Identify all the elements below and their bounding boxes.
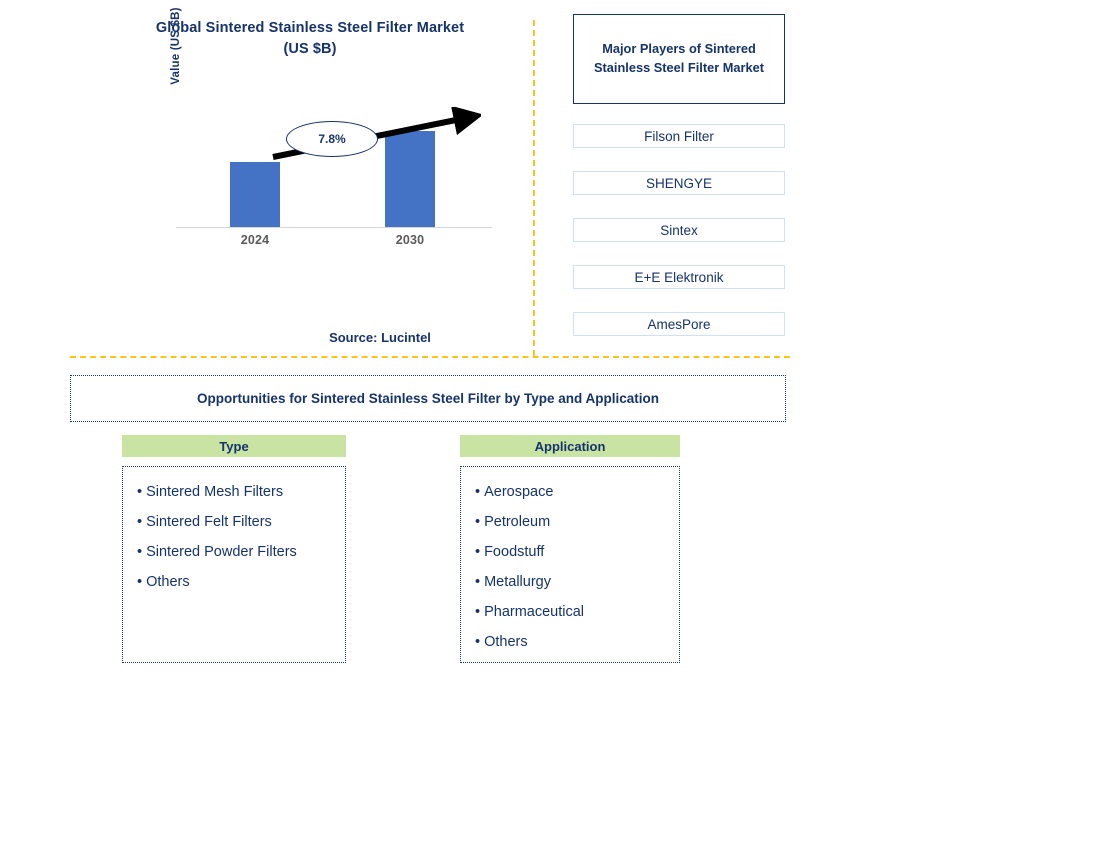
application-list-item: • Aerospace [475, 477, 669, 507]
type-list-item: • Others [137, 567, 335, 597]
player-item-label: E+E Elektronik [634, 269, 724, 285]
major-players-header: Major Players of Sintered Stainless Stee… [573, 14, 785, 104]
type-list-item: • Sintered Mesh Filters [137, 477, 335, 507]
bullet-icon: • [137, 514, 143, 530]
type-list-item-label: Sintered Powder Filters [146, 544, 297, 560]
player-item[interactable]: E+E Elektronik [573, 265, 785, 289]
cagr-value: 7.8% [318, 132, 346, 146]
chart-x-tick-2024: 2024 [240, 233, 270, 247]
player-item-label: Filson Filter [644, 128, 714, 144]
source-label: Source: Lucintel [329, 330, 431, 345]
application-list-item: • Petroleum [475, 507, 669, 537]
opportunities-banner: Opportunities for Sintered Stainless Ste… [70, 375, 786, 422]
application-list-item-label: Others [484, 634, 528, 650]
application-list-item: • Metallurgy [475, 567, 669, 597]
type-list-item: • Sintered Felt Filters [137, 507, 335, 537]
application-list-item-label: Foodstuff [484, 544, 545, 560]
page-title-line-2: (US $B) [283, 41, 337, 58]
bullet-icon: • [137, 574, 143, 590]
application-list-item-label: Pharmaceutical [484, 604, 585, 620]
page-title-line-1: Global Sintered Stainless Steel Filter M… [155, 20, 465, 36]
application-list-item: • Others [475, 627, 669, 657]
horizontal-divider [70, 356, 790, 358]
page-title: Global Sintered Stainless Steel Filter M… [90, 18, 530, 60]
type-column-body: • Sintered Mesh Filters • Sintered Felt Fil… [122, 466, 346, 663]
type-list: • Sintered Mesh Filters • Sintered Felt Fil… [137, 477, 335, 597]
chart-y-axis-label: Value (US $B) [170, 7, 182, 85]
type-column-header: Type [122, 435, 346, 457]
infographic-canvas: Global Sintered Stainless Steel Filter M… [0, 0, 1106, 852]
type-list-item-label: Sintered Felt Filters [146, 514, 272, 530]
vertical-divider [533, 20, 535, 356]
bullet-icon: • [475, 484, 481, 500]
type-list-item: • Sintered Powder Filters [137, 537, 335, 567]
bullet-icon: • [475, 574, 481, 590]
type-list-item-label: Others [146, 574, 190, 590]
market-bar-chart: Value (US $B) 2024 2030 7.8% [170, 7, 500, 255]
bullet-icon: • [137, 544, 143, 560]
bullet-icon: • [475, 514, 481, 530]
bullet-icon: • [137, 484, 143, 500]
application-column-header: Application [460, 435, 680, 457]
bullet-icon: • [475, 544, 481, 560]
application-list-item: • Foodstuff [475, 537, 669, 567]
cagr-callout: 7.8% [286, 121, 378, 157]
chart-x-axis-line [176, 227, 492, 228]
application-list-item-label: Aerospace [484, 484, 554, 500]
bullet-icon: • [475, 634, 481, 650]
application-column-body: • Aerospace • Petroleum • Foodstuff • Metallurg… [460, 466, 680, 663]
player-item-label: AmesPore [647, 316, 711, 332]
player-item[interactable]: Sintex [573, 218, 785, 242]
player-item[interactable]: Filson Filter [573, 124, 785, 148]
application-list-item-label: Metallurgy [484, 574, 551, 590]
type-list-item-label: Sintered Mesh Filters [146, 484, 284, 500]
player-item[interactable]: AmesPore [573, 312, 785, 336]
chart-x-tick-2030: 2030 [395, 233, 425, 247]
application-list-item: • Pharmaceutical [475, 597, 669, 627]
player-item-label: SHENGYE [645, 175, 713, 191]
player-item[interactable]: SHENGYE [573, 171, 785, 195]
application-list-item-label: Petroleum [484, 514, 551, 530]
application-list: • Aerospace • Petroleum • Foodstuff • Metallurg… [475, 477, 669, 657]
player-item-label: Sintex [660, 222, 698, 238]
bullet-icon: • [475, 604, 481, 620]
